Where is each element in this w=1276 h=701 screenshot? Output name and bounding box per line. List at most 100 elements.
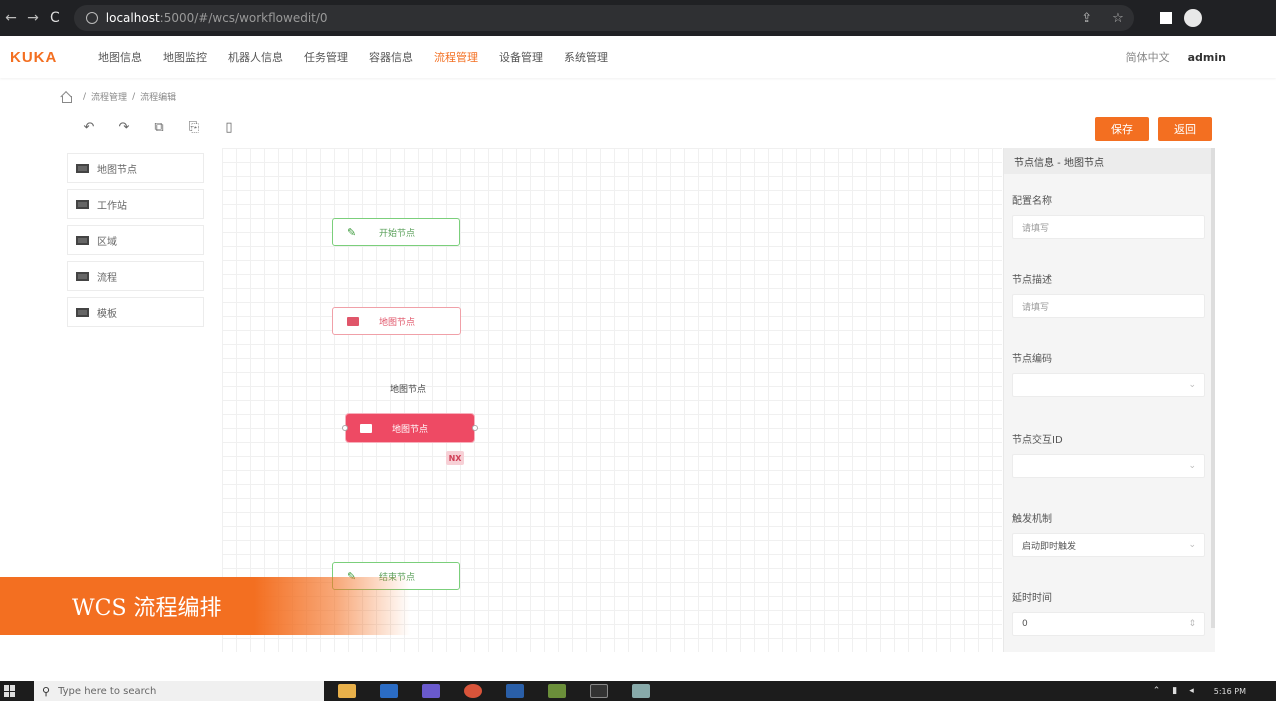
book-icon	[76, 307, 89, 317]
volume-icon[interactable]: ◂	[1189, 686, 1194, 696]
reload-icon[interactable]: C	[50, 10, 60, 26]
teams-icon[interactable]	[422, 684, 440, 698]
nx-badge[interactable]: NX	[446, 451, 464, 465]
config-name-input[interactable]: 请填写	[1012, 215, 1205, 239]
copy-icon[interactable]: ⧉	[148, 120, 170, 135]
selected-map-node[interactable]: 地图节点	[342, 414, 478, 442]
windows-start-icon[interactable]	[4, 685, 16, 697]
menu-item-container-info[interactable]: 容器信息	[369, 49, 413, 65]
palette-item-label: 地图节点	[97, 164, 137, 176]
palette-item-label: 模板	[97, 308, 117, 320]
node-code-select[interactable]: ⌄	[1012, 373, 1205, 397]
book-icon	[347, 316, 359, 326]
bookmark-star-icon[interactable]: ☆	[1112, 11, 1124, 26]
app-icon[interactable]	[548, 684, 566, 698]
node-description-label: 节点描述	[1012, 275, 1052, 286]
breadcrumb-workflow-management[interactable]: 流程管理	[91, 90, 127, 103]
chevron-down-icon: ⌄	[1188, 540, 1196, 550]
panel-title: 节点信息 - 地图节点	[1004, 148, 1215, 174]
language-switch[interactable]: 简体中文	[1126, 49, 1170, 65]
node-description-input[interactable]: 请填写	[1012, 294, 1205, 318]
palette-item-area[interactable]: 区域	[67, 225, 204, 255]
delay-time-input[interactable]: 0 ⇕	[1012, 612, 1205, 636]
trigger-mechanism-label: 触发机制	[1012, 514, 1052, 525]
trigger-mechanism-select[interactable]: 启动即时触发 ⌄	[1012, 533, 1205, 557]
panel-scrollbar[interactable]	[1211, 148, 1215, 628]
breadcrumb: / 流程管理 / 流程编辑	[60, 90, 176, 103]
chevron-down-icon: ⌄	[1188, 461, 1196, 471]
start-node[interactable]: ✎ 开始节点	[332, 218, 460, 246]
book-icon	[76, 163, 89, 173]
menu-item-map-monitor[interactable]: 地图监控	[163, 49, 207, 65]
breadcrumb-separator: /	[83, 91, 87, 102]
chrome-icon[interactable]	[464, 684, 482, 698]
start-node-label: 开始节点	[379, 228, 416, 239]
browser-chrome: ← → C localhost :5000/#/wcs/workflowedit…	[0, 0, 1276, 36]
book-icon	[360, 423, 372, 433]
palette-item-workstation[interactable]: 工作站	[67, 189, 204, 219]
breadcrumb-workflow-edit: 流程编辑	[140, 93, 177, 103]
map-node-label: 地图节点	[379, 317, 416, 328]
node-code-label: 节点编码	[1012, 354, 1052, 365]
menu-item-workflow-management[interactable]: 流程管理	[434, 49, 478, 65]
chevron-down-icon: ⌄	[1188, 380, 1196, 390]
editor-toolbar: ↶ ↷ ⧉ ⎘ ▯	[78, 120, 253, 135]
menu-item-robot-info[interactable]: 机器人信息	[228, 49, 283, 65]
share-icon[interactable]: ⇪	[1081, 11, 1092, 26]
address-bar[interactable]: localhost :5000/#/wcs/workflowedit/0 ⇪ ☆	[73, 5, 1134, 31]
node-properties-panel: 节点信息 - 地图节点 配置名称 请填写 节点描述 请填写 节点编码 ⌄ 节点交…	[1003, 148, 1215, 652]
notepad-icon[interactable]	[632, 684, 650, 698]
menu-item-map-info[interactable]: 地图信息	[98, 49, 142, 65]
back-arrow-icon[interactable]: ←	[0, 10, 22, 26]
url-path: :5000/#/wcs/workflowedit/0	[159, 11, 328, 25]
stepper-icon[interactable]: ⇕	[1188, 619, 1196, 629]
config-name-placeholder: 请填写	[1022, 223, 1050, 234]
connection-port-left[interactable]	[342, 425, 348, 431]
save-button[interactable]: 保存	[1095, 117, 1149, 141]
redo-icon[interactable]: ↷	[113, 120, 135, 135]
palette-item-label: 区域	[97, 236, 117, 248]
taskbar-apps	[338, 684, 674, 698]
forward-arrow-icon[interactable]: →	[22, 10, 44, 26]
book-icon	[76, 271, 89, 281]
word-icon[interactable]	[506, 684, 524, 698]
trigger-mechanism-value: 启动即时触发	[1022, 541, 1077, 552]
taskbar-clock[interactable]: 5:16 PM	[1214, 687, 1246, 696]
network-icon[interactable]: ▮	[1172, 686, 1177, 696]
menu-item-device-management[interactable]: 设备管理	[499, 49, 543, 65]
breadcrumb-separator: /	[132, 91, 136, 102]
terminal-icon[interactable]	[590, 684, 608, 698]
extension-icon[interactable]	[1159, 12, 1172, 24]
profile-avatar[interactable]	[1183, 9, 1202, 27]
palette-item-template[interactable]: 模板	[67, 297, 204, 327]
info-icon[interactable]	[85, 12, 98, 24]
node-interaction-id-label: 节点交互ID	[1012, 435, 1063, 446]
palette-item-label: 工作站	[97, 200, 127, 212]
undo-icon[interactable]: ↶	[78, 120, 100, 135]
store-icon[interactable]	[380, 684, 398, 698]
menu-item-system-management[interactable]: 系统管理	[564, 49, 608, 65]
user-menu[interactable]: admin	[1188, 51, 1226, 64]
delete-icon[interactable]: ▯	[218, 120, 240, 135]
connection-port-right[interactable]	[472, 425, 478, 431]
paste-icon[interactable]: ⎘	[183, 120, 205, 135]
menu-item-task-management[interactable]: 任务管理	[304, 49, 348, 65]
kuka-logo[interactable]: KUKA	[10, 49, 98, 66]
app-header: KUKA 地图信息 地图监控 机器人信息 任务管理 容器信息 流程管理 设备管理…	[0, 36, 1276, 78]
palette-item-workflow[interactable]: 流程	[67, 261, 204, 291]
tray-chevron-icon[interactable]: ⌃	[1153, 686, 1161, 696]
file-explorer-icon[interactable]	[338, 684, 356, 698]
main-menu: 地图信息 地图监控 机器人信息 任务管理 容器信息 流程管理 设备管理 系统管理	[98, 49, 629, 65]
header-right: 简体中文 admin	[1126, 49, 1226, 65]
node-interaction-id-select[interactable]: ⌄	[1012, 454, 1205, 478]
home-icon[interactable]	[60, 91, 72, 103]
palette-item-map-node[interactable]: 地图节点	[67, 153, 204, 183]
node-description-placeholder: 请填写	[1022, 302, 1050, 313]
taskbar-search[interactable]: ⚲ Type here to search	[34, 681, 324, 701]
url-host: localhost	[105, 11, 160, 25]
delay-time-label: 延时时间	[1012, 593, 1052, 604]
book-icon	[76, 199, 89, 209]
map-node[interactable]: 地图节点	[332, 307, 461, 335]
os-taskbar: ⚲ Type here to search ⌃ ▮ ◂ 5:16 PM	[0, 681, 1276, 701]
back-button[interactable]: 返回	[1158, 117, 1212, 141]
